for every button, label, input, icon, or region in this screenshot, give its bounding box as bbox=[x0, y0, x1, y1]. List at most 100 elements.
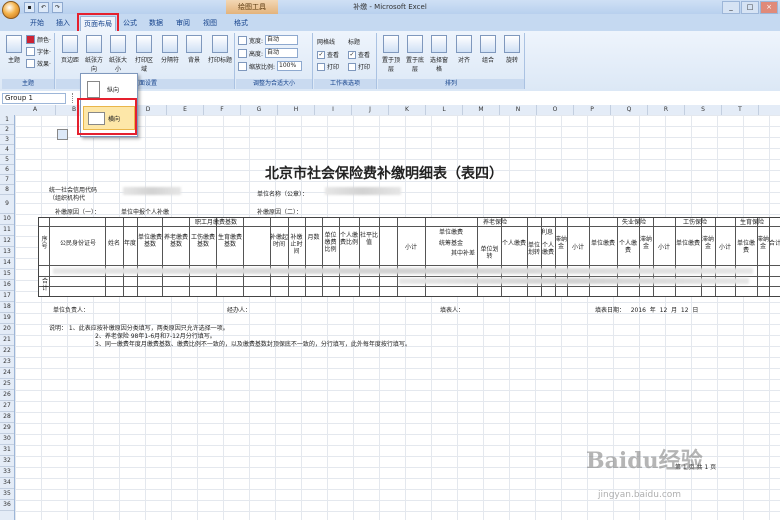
align-button[interactable]: 对齐 bbox=[454, 35, 474, 64]
row-header[interactable]: 13 bbox=[0, 247, 14, 258]
row-header[interactable]: 12 bbox=[0, 236, 14, 247]
group-button[interactable]: 组合 bbox=[478, 35, 498, 64]
minimize-icon[interactable]: _ bbox=[722, 1, 740, 14]
row-header[interactable]: 27 bbox=[0, 401, 14, 412]
column-header[interactable]: A bbox=[15, 105, 56, 115]
row-header[interactable]: 30 bbox=[0, 434, 14, 445]
row-header[interactable]: 17 bbox=[0, 291, 14, 302]
column-header[interactable]: N bbox=[500, 105, 537, 115]
print-area-button[interactable]: 打印区域 bbox=[134, 35, 154, 73]
row-header[interactable]: 32 bbox=[0, 456, 14, 467]
tab-data[interactable]: 数据 bbox=[145, 16, 167, 30]
orientation-icon bbox=[86, 35, 102, 53]
row-header[interactable]: 9 bbox=[0, 195, 14, 214]
tab-formulas[interactable]: 公式 bbox=[119, 16, 141, 30]
orientation-portrait-option[interactable]: 纵向 bbox=[83, 78, 133, 100]
tab-home[interactable]: 开始 bbox=[26, 16, 48, 30]
colors-button[interactable]: 颜色· bbox=[26, 35, 51, 44]
send-back-icon bbox=[407, 35, 423, 53]
margins-button[interactable]: 页边距 bbox=[60, 35, 80, 64]
row-header[interactable]: 7 bbox=[0, 175, 14, 185]
row-header[interactable]: 8 bbox=[0, 185, 14, 195]
column-header[interactable]: Q bbox=[611, 105, 648, 115]
rotate-button[interactable]: 旋转 bbox=[502, 35, 522, 64]
column-header[interactable]: F bbox=[204, 105, 241, 115]
background-button[interactable]: 背景 bbox=[184, 35, 204, 64]
org-code-label: 统一社会信用代码 （组织机构代 bbox=[49, 187, 98, 202]
column-header[interactable]: K bbox=[389, 105, 426, 115]
redacted-unit-name bbox=[325, 187, 401, 195]
height-select[interactable]: 自动 bbox=[265, 48, 299, 58]
row-header[interactable]: 1 bbox=[0, 115, 14, 125]
column-header[interactable]: E bbox=[167, 105, 204, 115]
row-header[interactable]: 18 bbox=[0, 302, 14, 313]
row-header[interactable]: 31 bbox=[0, 445, 14, 456]
tab-insert[interactable]: 插入 bbox=[52, 16, 74, 30]
breaks-button[interactable]: 分隔符 bbox=[160, 35, 180, 64]
column-header[interactable]: O bbox=[537, 105, 574, 115]
row-header[interactable]: 24 bbox=[0, 368, 14, 379]
column-header[interactable]: T bbox=[722, 105, 759, 115]
column-header[interactable]: R bbox=[648, 105, 685, 115]
zoom-input[interactable]: 100% bbox=[277, 61, 303, 71]
effects-icon bbox=[26, 59, 35, 68]
column-header[interactable]: J bbox=[352, 105, 389, 115]
row-header[interactable]: 15 bbox=[0, 269, 14, 280]
row-header[interactable]: 2 bbox=[0, 125, 14, 135]
row-header[interactable]: 28 bbox=[0, 412, 14, 423]
bring-to-front-button[interactable]: 置于顶层 bbox=[380, 35, 402, 73]
row-header[interactable]: 19 bbox=[0, 313, 14, 324]
column-header[interactable]: I bbox=[315, 105, 352, 115]
row-header[interactable]: 20 bbox=[0, 324, 14, 335]
row-header[interactable]: 29 bbox=[0, 423, 14, 434]
row-header[interactable]: 16 bbox=[0, 280, 14, 291]
send-to-back-button[interactable]: 置于底层 bbox=[404, 35, 426, 73]
gridlines-label: 网格线 bbox=[317, 39, 336, 46]
orientation-button[interactable]: 纸张方向 bbox=[84, 35, 104, 73]
row-header[interactable]: 5 bbox=[0, 155, 14, 165]
column-header[interactable]: G bbox=[241, 105, 278, 115]
hdr-unit-base: 单位缴费基数 bbox=[138, 234, 163, 248]
column-header[interactable]: P bbox=[574, 105, 611, 115]
row-header[interactable]: 36 bbox=[0, 500, 14, 511]
row-header[interactable]: 25 bbox=[0, 379, 14, 390]
tab-review[interactable]: 审阅 bbox=[172, 16, 194, 30]
row-header[interactable]: 34 bbox=[0, 478, 14, 489]
close-icon[interactable]: × bbox=[760, 1, 778, 14]
tab-view[interactable]: 视图 bbox=[199, 16, 221, 30]
column-header[interactable]: S bbox=[685, 105, 722, 115]
maximize-icon[interactable]: □ bbox=[741, 1, 759, 14]
row-header[interactable]: 23 bbox=[0, 357, 14, 368]
row-header[interactable]: 3 bbox=[0, 135, 14, 145]
row-header[interactable]: 22 bbox=[0, 346, 14, 357]
headings-print-checkbox[interactable]: 打印 bbox=[348, 62, 370, 71]
size-button[interactable]: 纸张大小 bbox=[108, 35, 128, 73]
group-label-scale: 调整为合适大小 bbox=[236, 79, 312, 89]
name-box[interactable]: Group 1 bbox=[2, 93, 66, 104]
fonts-button[interactable]: 字体· bbox=[26, 47, 51, 56]
print-titles-button[interactable]: 打印标题 bbox=[208, 35, 232, 64]
row-header[interactable]: 10 bbox=[0, 214, 14, 225]
themes-button[interactable]: 主题 bbox=[4, 35, 24, 64]
hdr-late-fee: 滞纳金 bbox=[555, 236, 568, 250]
row-header[interactable]: 14 bbox=[0, 258, 14, 269]
row-header[interactable]: 6 bbox=[0, 165, 14, 175]
gridlines-print-checkbox[interactable]: 打印 bbox=[317, 62, 339, 71]
row-header[interactable]: 21 bbox=[0, 335, 14, 346]
row-header[interactable]: 11 bbox=[0, 225, 14, 236]
headings-view-checkbox[interactable]: ✓ 查看 bbox=[348, 50, 370, 59]
hdr-total: 合计 bbox=[769, 240, 780, 247]
column-header[interactable]: L bbox=[426, 105, 463, 115]
row-header[interactable]: 26 bbox=[0, 390, 14, 401]
row-header[interactable]: 33 bbox=[0, 467, 14, 478]
column-header[interactable]: H bbox=[278, 105, 315, 115]
row-header[interactable]: 35 bbox=[0, 489, 14, 500]
tab-format[interactable]: 格式 bbox=[230, 16, 252, 30]
selection-pane-button[interactable]: 选择窗格 bbox=[428, 35, 450, 73]
effects-button[interactable]: 效果· bbox=[26, 59, 51, 68]
gridlines-view-checkbox[interactable]: ✓ 查看 bbox=[317, 50, 339, 59]
row-header[interactable]: 4 bbox=[0, 145, 14, 155]
office-button[interactable] bbox=[2, 1, 20, 19]
column-header[interactable]: M bbox=[463, 105, 500, 115]
width-select[interactable]: 自动 bbox=[265, 35, 299, 45]
